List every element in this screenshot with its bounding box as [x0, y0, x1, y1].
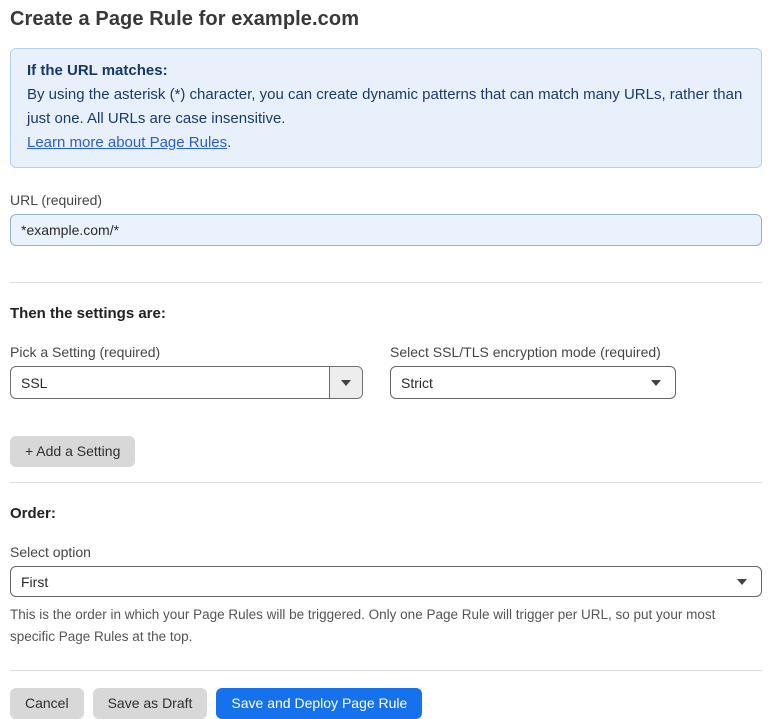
order-select-label: Select option — [10, 544, 91, 560]
info-box-link-line: Learn more about Page Rules. — [27, 131, 745, 155]
mode-select[interactable]: Strict — [390, 366, 676, 399]
divider-url-settings — [10, 282, 762, 283]
order-select[interactable]: First — [10, 566, 762, 597]
save-draft-button[interactable]: Save as Draft — [92, 688, 208, 719]
url-field-label: URL (required) — [10, 192, 103, 208]
settings-section-heading: Then the settings are: — [10, 305, 166, 322]
setting-picker-column: Pick a Setting (required) SSL — [10, 344, 363, 399]
settings-row: Pick a Setting (required) SSL Select SSL… — [10, 344, 762, 399]
order-select-value: First — [21, 573, 49, 590]
chevron-down-icon — [651, 379, 661, 386]
setting-select[interactable]: SSL — [10, 366, 363, 399]
url-input[interactable] — [10, 214, 762, 246]
order-section: Order: Select option First This is the o… — [10, 505, 762, 648]
divider-order-footer — [10, 670, 762, 671]
cancel-button[interactable]: Cancel — [10, 688, 84, 719]
add-setting-button[interactable]: + Add a Setting — [10, 436, 136, 467]
setting-select-label: Pick a Setting (required) — [10, 344, 161, 360]
link-suffix: . — [227, 134, 232, 151]
divider-settings-order — [10, 482, 762, 483]
save-deploy-button[interactable]: Save and Deploy Page Rule — [216, 688, 423, 719]
mode-select-value: Strict — [401, 374, 433, 391]
learn-more-link[interactable]: Learn more about Page Rules — [27, 134, 227, 151]
info-box-heading: If the URL matches: — [27, 62, 168, 79]
chevron-down-icon — [737, 578, 747, 585]
setting-select-caret-box[interactable] — [329, 367, 362, 398]
order-section-heading: Order: — [10, 505, 56, 522]
mode-select-label: Select SSL/TLS encryption mode (required… — [390, 344, 661, 360]
order-help-text: This is the order in which your Page Rul… — [10, 607, 716, 644]
url-match-info-box: If the URL matches: By using the asteris… — [10, 48, 762, 168]
info-box-body: By using the asterisk (*) character, you… — [27, 86, 743, 127]
chevron-down-icon — [341, 379, 351, 386]
page-title: Create a Page Rule for example.com — [10, 8, 360, 30]
footer-actions: Cancel Save as Draft Save and Deploy Pag… — [10, 688, 762, 719]
setting-select-value: SSL — [21, 374, 48, 391]
encryption-mode-column: Select SSL/TLS encryption mode (required… — [390, 344, 676, 399]
